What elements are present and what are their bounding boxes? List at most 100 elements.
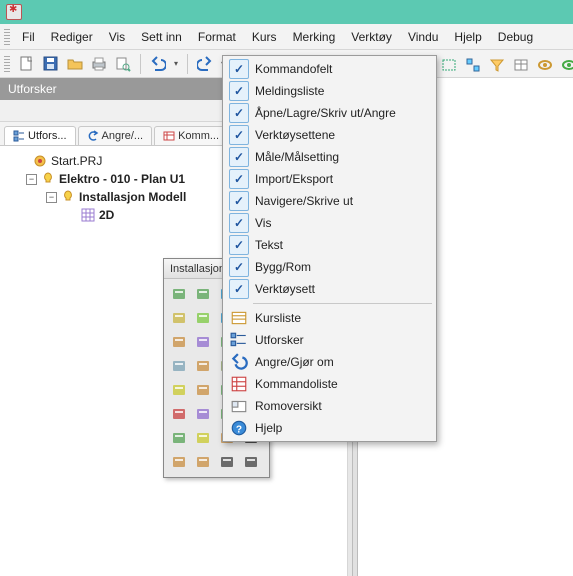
- menu-item-label: Tekst: [255, 238, 283, 252]
- menu-item-label: Romoversikt: [255, 399, 322, 413]
- grid-icon: [81, 208, 95, 222]
- list-icon: [229, 308, 249, 328]
- bulb-icon: [41, 172, 55, 186]
- select-icon[interactable]: [438, 54, 460, 76]
- menu-item-meldingsliste[interactable]: Meldingsliste: [225, 80, 434, 102]
- check-icon: [229, 169, 249, 189]
- menu-item-angre-gj-r-om[interactable]: Angre/Gjør om: [225, 351, 434, 373]
- collapse-icon[interactable]: −: [46, 192, 57, 203]
- grip-icon: [4, 56, 10, 72]
- tab-0[interactable]: Utfors...: [4, 126, 76, 145]
- grid-icon: [229, 374, 249, 394]
- tool-icon-21[interactable]: [192, 403, 214, 425]
- menu-item-bygg-rom[interactable]: Bygg/Rom: [225, 256, 434, 278]
- menu-item-label: Vis: [255, 216, 271, 230]
- eye-icon[interactable]: [534, 54, 556, 76]
- menu-item-label: Verktøysett: [255, 282, 315, 296]
- tool-icon-30[interactable]: [216, 451, 238, 473]
- tab-icon: [163, 130, 175, 142]
- menu-verktøy[interactable]: Verktøy: [343, 26, 400, 48]
- menu-item-verkt-ysett[interactable]: Verktøysett: [225, 278, 434, 300]
- menu-item-label: Utforsker: [255, 333, 304, 347]
- menu-hjelp[interactable]: Hjelp: [446, 26, 489, 48]
- tool-icon-25[interactable]: [192, 427, 214, 449]
- print-preview-button[interactable]: [112, 53, 134, 75]
- tab-1[interactable]: Angre/...: [78, 126, 153, 145]
- print-button[interactable]: [88, 53, 110, 75]
- menu-item-verkt-ysettene[interactable]: Verktøysettene: [225, 124, 434, 146]
- open-button[interactable]: [64, 53, 86, 75]
- unknown-icon-1[interactable]: [462, 54, 484, 76]
- menu-item-hjelp[interactable]: ? Hjelp: [225, 417, 434, 439]
- separator: [187, 54, 188, 74]
- tool-icon-0[interactable]: [168, 283, 190, 305]
- tool-icon-4[interactable]: [168, 307, 190, 329]
- tool-icon-17[interactable]: [192, 379, 214, 401]
- menu-item-label: Hjelp: [255, 421, 282, 435]
- menu-item-m-le-m-lsetting[interactable]: Måle/Målsetting: [225, 146, 434, 168]
- menu-fil[interactable]: Fil: [14, 26, 43, 48]
- tool-icon-29[interactable]: [192, 451, 214, 473]
- menu-vis[interactable]: Vis: [101, 26, 133, 48]
- menu-format[interactable]: Format: [190, 26, 244, 48]
- tool-icon-20[interactable]: [168, 403, 190, 425]
- tool-icon-31[interactable]: [240, 451, 262, 473]
- check-icon: [229, 257, 249, 277]
- room-icon: [229, 396, 249, 416]
- menu-item-kursliste[interactable]: Kursliste: [225, 307, 434, 329]
- eye-green-icon[interactable]: [558, 54, 573, 76]
- menu-item-navigere-skrive-ut[interactable]: Navigere/Skrive ut: [225, 190, 434, 212]
- menu-bar: FilRedigerVisSett innFormatKursMerkingVe…: [0, 24, 573, 50]
- menu-debug[interactable]: Debug: [490, 26, 541, 48]
- new-button[interactable]: [16, 53, 38, 75]
- tool-icon-16[interactable]: [168, 379, 190, 401]
- menu-item-tekst[interactable]: Tekst: [225, 234, 434, 256]
- tool-icon-13[interactable]: [192, 355, 214, 377]
- app-icon: [6, 4, 22, 20]
- check-icon: [229, 59, 249, 79]
- menu-vindu[interactable]: Vindu: [400, 26, 446, 48]
- tree-label: 2D: [99, 208, 114, 222]
- menu-item-label: Navigere/Skrive ut: [255, 194, 353, 208]
- menu-item-import-eksport[interactable]: Import/Eksport: [225, 168, 434, 190]
- tool-icon-24[interactable]: [168, 427, 190, 449]
- undo-button[interactable]: [147, 53, 169, 75]
- tree-icon: [229, 330, 249, 350]
- menu-item--pne-lagre-skriv-ut-angre[interactable]: Åpne/Lagre/Skriv ut/Angre: [225, 102, 434, 124]
- filter-icon[interactable]: [486, 54, 508, 76]
- right-toolbar: [438, 52, 573, 78]
- tree-label: Installasjon Modell: [79, 190, 186, 204]
- tool-icon-9[interactable]: [192, 331, 214, 353]
- menu-item-utforsker[interactable]: Utforsker: [225, 329, 434, 351]
- menu-item-vis[interactable]: Vis: [225, 212, 434, 234]
- menu-item-romoversikt[interactable]: Romoversikt: [225, 395, 434, 417]
- menu-item-label: Meldingsliste: [255, 84, 324, 98]
- check-icon: [229, 235, 249, 255]
- tool-icon-1[interactable]: [192, 283, 214, 305]
- tab-label: Angre/...: [102, 130, 144, 142]
- menu-sett inn[interactable]: Sett inn: [133, 26, 190, 48]
- menu-item-label: Bygg/Rom: [255, 260, 311, 274]
- menu-kurs[interactable]: Kurs: [244, 26, 285, 48]
- menu-item-label: Verktøysettene: [255, 128, 335, 142]
- menu-merking[interactable]: Merking: [285, 26, 344, 48]
- tool-icon-12[interactable]: [168, 355, 190, 377]
- menu-item-kommandoliste[interactable]: Kommandoliste: [225, 373, 434, 395]
- tab-2[interactable]: Komm...: [154, 126, 228, 145]
- check-icon: [229, 213, 249, 233]
- tool-icon-8[interactable]: [168, 331, 190, 353]
- tree-label: Elektro - 010 - Plan U1: [59, 172, 185, 186]
- menu-rediger[interactable]: Rediger: [43, 26, 101, 48]
- svg-text:?: ?: [236, 425, 242, 436]
- table-icon[interactable]: [510, 54, 532, 76]
- menu-item-label: Kommandofelt: [255, 62, 332, 76]
- menu-item-label: Måle/Målsetting: [255, 150, 339, 164]
- tool-icon-28[interactable]: [168, 451, 190, 473]
- menu-item-kommandofelt[interactable]: Kommandofelt: [225, 58, 434, 80]
- undo-dropdown[interactable]: ▾: [171, 59, 181, 68]
- save-button[interactable]: [40, 53, 62, 75]
- collapse-icon[interactable]: −: [26, 174, 37, 185]
- redo-button[interactable]: [194, 53, 216, 75]
- tool-icon-5[interactable]: [192, 307, 214, 329]
- menu-item-label: Åpne/Lagre/Skriv ut/Angre: [255, 106, 396, 120]
